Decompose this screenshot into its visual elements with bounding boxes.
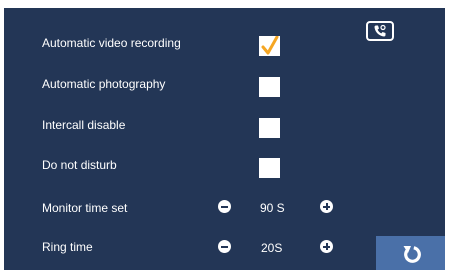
checkmark-icon <box>261 36 279 55</box>
ring-time-plus-button[interactable] <box>320 240 333 253</box>
auto-video-checkbox[interactable] <box>259 36 280 56</box>
monitor-time-plus-button[interactable] <box>320 200 333 213</box>
settings-screen: Automatic video recording Automatic phot… <box>4 8 445 270</box>
phone-icon <box>374 24 386 37</box>
ring-time-label: Ring time <box>42 240 93 254</box>
do-not-disturb-label: Do not disturb <box>42 158 117 172</box>
auto-photo-checkbox[interactable] <box>259 77 280 97</box>
monitor-time-label: Monitor time set <box>42 201 128 215</box>
monitor-time-minus-button[interactable] <box>218 200 231 213</box>
call-button[interactable] <box>366 21 394 41</box>
intercall-disable-label: Intercall disable <box>42 118 126 132</box>
auto-photo-label: Automatic photography <box>42 77 166 91</box>
intercall-disable-checkbox[interactable] <box>259 118 280 138</box>
auto-video-label: Automatic video recording <box>42 36 181 50</box>
ring-time-value: 20S <box>261 241 283 255</box>
back-button[interactable] <box>376 236 445 270</box>
do-not-disturb-checkbox[interactable] <box>259 158 280 178</box>
ring-time-minus-button[interactable] <box>218 240 231 253</box>
monitor-time-value: 90 S <box>260 201 285 215</box>
back-arrow-icon <box>403 246 421 263</box>
